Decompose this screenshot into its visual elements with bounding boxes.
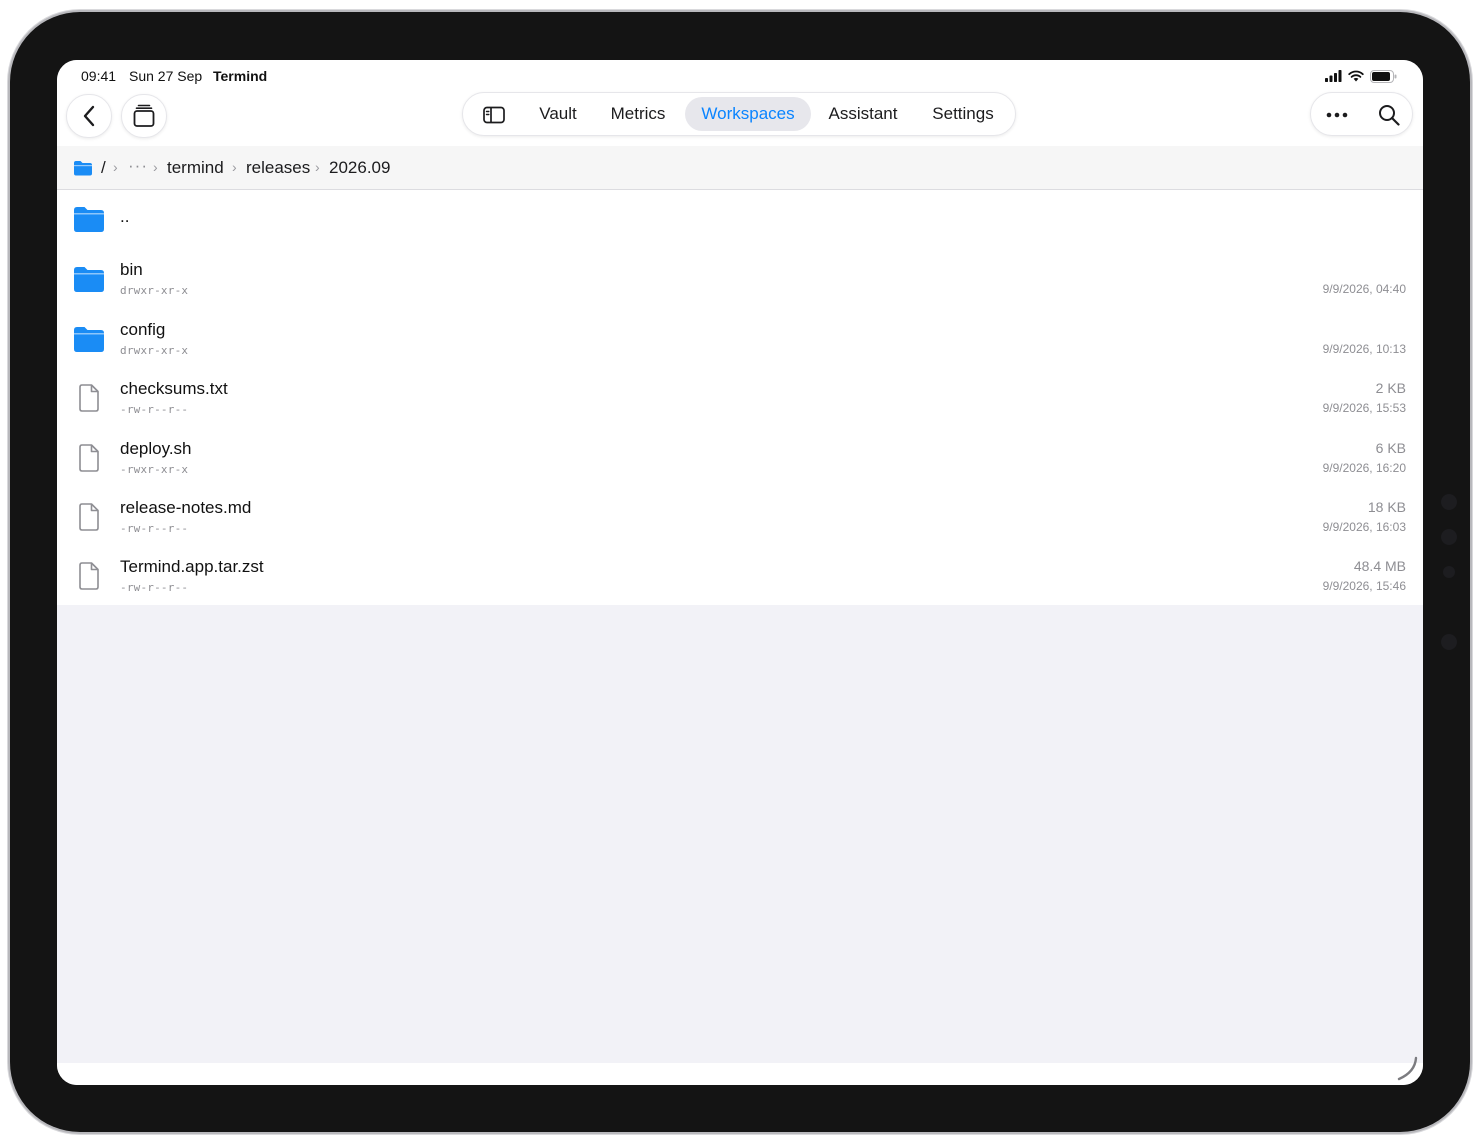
folder-icon xyxy=(74,207,104,232)
sidebar-toggle-button[interactable] xyxy=(477,101,511,129)
wifi-icon xyxy=(1348,70,1364,82)
stacked-windows-icon xyxy=(133,104,155,127)
list-item[interactable]: checksums.txt -rw-r--r-- 2 KB 9/9/2026, … xyxy=(57,369,1423,428)
side-sensor xyxy=(1441,529,1457,545)
battery-icon xyxy=(1370,69,1397,83)
list-item[interactable]: config drwxr-xr-x 9/9/2026, 10:13 xyxy=(57,310,1423,369)
file-modified: 9/9/2026, 15:46 xyxy=(1322,579,1406,593)
file-permissions: -rw-r--r-- xyxy=(120,581,189,594)
breadcrumb-item-current: 2026.09 xyxy=(329,158,391,177)
status-app-name: Termind xyxy=(213,68,268,84)
breadcrumb-separator-icon: › xyxy=(113,159,118,175)
tab-workspaces[interactable]: Workspaces xyxy=(685,97,811,131)
list-item[interactable]: .. xyxy=(57,190,1423,249)
folder-icon xyxy=(74,267,104,292)
document-icon xyxy=(79,444,99,472)
search-icon xyxy=(1379,105,1400,126)
status-date: Sun 27 Sep xyxy=(129,68,203,84)
sidebar-icon xyxy=(483,106,505,124)
screen: 09:41 Sun 27 Sep Termind Vault Metrics W… xyxy=(57,60,1423,1085)
file-permissions: -rwxr-xr-x xyxy=(120,463,189,476)
file-modified: 9/9/2026, 15:53 xyxy=(1322,401,1406,415)
chevron-left-icon xyxy=(83,105,95,127)
file-permissions: drwxr-xr-x xyxy=(120,284,189,297)
file-size: 6 KB xyxy=(1375,440,1406,456)
list-item[interactable]: deploy.sh -rwxr-xr-x 6 KB 9/9/2026, 16:2… xyxy=(57,429,1423,488)
breadcrumb-root[interactable]: / xyxy=(101,158,106,178)
breadcrumb-item-releases[interactable]: releases xyxy=(246,158,310,178)
file-permissions: -rw-r--r-- xyxy=(120,522,189,535)
search-button[interactable] xyxy=(1369,99,1409,131)
status-bar: 09:41 Sun 27 Sep Termind xyxy=(57,60,1423,92)
file-permissions: -rw-r--r-- xyxy=(120,403,189,416)
breadcrumb-separator-icon: › xyxy=(153,159,158,175)
back-button[interactable] xyxy=(66,94,112,138)
document-icon xyxy=(79,503,99,531)
folder-icon xyxy=(74,327,104,352)
tab-metrics[interactable]: Metrics xyxy=(599,97,677,131)
file-modified: 9/9/2026, 10:13 xyxy=(1322,342,1406,356)
file-name: bin xyxy=(120,260,143,279)
list-item[interactable]: Termind.app.tar.zst -rw-r--r-- 48.4 MB 9… xyxy=(57,547,1423,606)
file-size: 18 KB xyxy=(1367,499,1406,515)
list-item[interactable]: bin drwxr-xr-x 9/9/2026, 04:40 xyxy=(57,250,1423,309)
file-name: config xyxy=(120,320,166,339)
side-sensor xyxy=(1441,634,1457,650)
tab-settings[interactable]: Settings xyxy=(919,97,1007,131)
ellipsis-icon xyxy=(1326,112,1348,118)
bottom-bar xyxy=(57,1056,1423,1085)
document-icon xyxy=(79,384,99,412)
status-time: 09:41 xyxy=(81,68,117,84)
file-name: deploy.sh xyxy=(120,439,192,458)
file-size: 48.4 MB xyxy=(1353,558,1406,574)
side-sensor xyxy=(1441,494,1457,510)
file-size: 2 KB xyxy=(1375,380,1406,396)
list-item[interactable]: release-notes.md -rw-r--r-- 18 KB 9/9/20… xyxy=(57,488,1423,547)
breadcrumb-item-termind[interactable]: termind xyxy=(167,158,224,178)
file-permissions: drwxr-xr-x xyxy=(120,344,189,357)
more-button[interactable] xyxy=(1317,99,1357,131)
tab-vault[interactable]: Vault xyxy=(525,97,591,131)
file-name: .. xyxy=(120,207,130,226)
file-modified: 9/9/2026, 16:03 xyxy=(1322,520,1406,534)
resize-handle-icon[interactable] xyxy=(1393,1056,1419,1082)
windows-button[interactable] xyxy=(121,94,167,138)
tab-assistant[interactable]: Assistant xyxy=(817,97,909,131)
breadcrumb-separator-icon: › xyxy=(315,159,320,175)
breadcrumb: / › ··· › termind › releases › 2026.09 xyxy=(57,146,1423,190)
breadcrumb-separator-icon: › xyxy=(232,159,237,175)
breadcrumb-ellipsis[interactable]: ··· xyxy=(128,156,148,176)
tab-bar: Vault Metrics Workspaces Assistant Setti… xyxy=(462,92,1016,136)
file-modified: 9/9/2026, 16:20 xyxy=(1322,461,1406,475)
cellular-signal-icon xyxy=(1325,70,1342,82)
front-camera xyxy=(1443,566,1455,578)
toolbar: Vault Metrics Workspaces Assistant Setti… xyxy=(57,92,1423,146)
folder-icon[interactable] xyxy=(73,160,93,176)
file-name: checksums.txt xyxy=(120,379,228,398)
file-list: .. bin drwxr-xr-x 9/9/2026, 04:40 config… xyxy=(57,190,1423,605)
actions-group xyxy=(1310,92,1413,136)
file-modified: 9/9/2026, 04:40 xyxy=(1322,282,1406,296)
file-name: Termind.app.tar.zst xyxy=(120,557,264,576)
file-name: release-notes.md xyxy=(120,498,252,517)
status-indicators xyxy=(1325,68,1397,84)
document-icon xyxy=(79,562,99,590)
